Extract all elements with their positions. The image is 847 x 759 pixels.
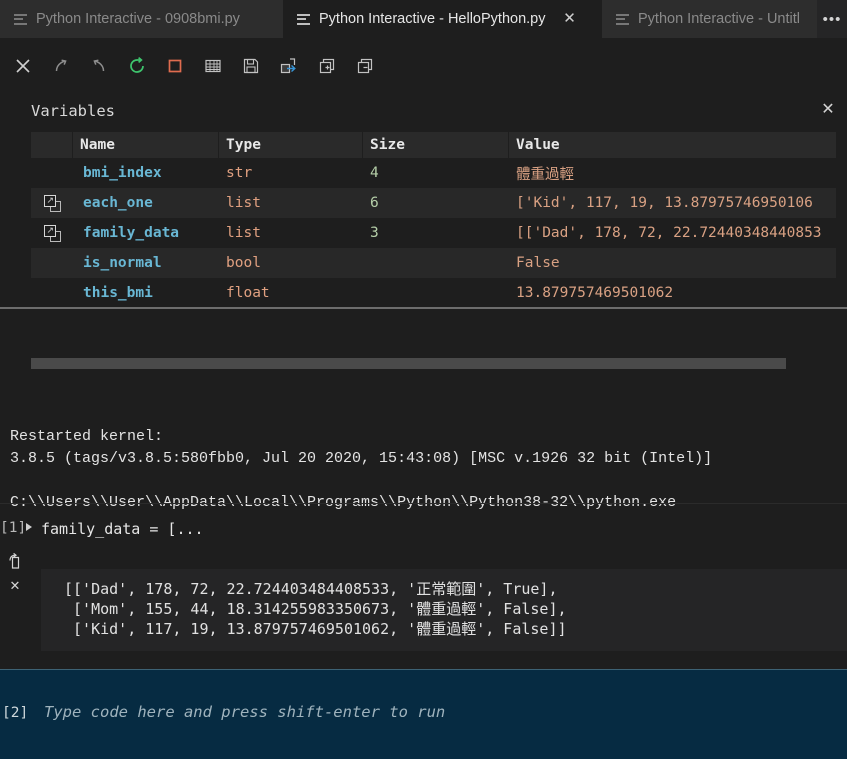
variable-value: ['Kid', 117, 19, 13.87975746950106 — [509, 195, 836, 211]
python-interactive-window: Python Interactive - 0908bmi.py Python I… — [0, 0, 847, 759]
copy-cell-icon[interactable] — [6, 552, 24, 570]
variables-panel-close-icon[interactable]: ✕ — [818, 100, 838, 120]
variable-name: bmi_index — [73, 165, 219, 181]
expand-all-cells-button[interactable] — [310, 49, 344, 83]
cell-separator — [0, 503, 847, 504]
cell-collapse-triangle-icon[interactable] — [26, 523, 32, 531]
variable-value: False — [509, 255, 836, 271]
variable-value: 13.879757469501062 — [509, 285, 836, 301]
tab-python-interactive-hellopython[interactable]: Python Interactive - HelloPython.py ✕ — [283, 0, 602, 38]
panel-resize-divider[interactable] — [0, 307, 847, 309]
tab-label: Python Interactive - 0908bmi.py — [36, 11, 240, 27]
input-execution-count: [2] — [2, 705, 28, 721]
interrupt-kernel-button[interactable] — [158, 49, 192, 83]
show-variables-button[interactable] — [196, 49, 230, 83]
column-header-value[interactable]: Value — [509, 132, 836, 158]
scrollbar-thumb[interactable] — [31, 358, 786, 369]
variable-name: is_normal — [73, 255, 219, 271]
table-header-row: Name Type Size Value — [31, 132, 836, 158]
variable-value: 體重過輕 — [509, 163, 836, 184]
column-header-type[interactable]: Type — [219, 132, 363, 158]
tab-python-interactive-0908bmi[interactable]: Python Interactive - 0908bmi.py — [0, 0, 283, 38]
tab-bar: Python Interactive - 0908bmi.py Python I… — [0, 0, 847, 38]
interactive-cells-area: Restarted kernel: 3.8.5 (tags/v3.8.5:580… — [0, 404, 847, 665]
cell-output-text: [['Dad', 178, 72, 22.724403484408533, '正… — [41, 579, 847, 639]
open-data-viewer-icon[interactable]: ↗ — [44, 225, 61, 242]
table-row[interactable]: bmi_index str 4 體重過輕 — [31, 158, 836, 188]
tab-python-interactive-untitled[interactable]: Python Interactive - Untitl — [602, 0, 817, 38]
variables-horizontal-scrollbar[interactable] — [31, 358, 836, 369]
variable-type: list — [219, 195, 363, 211]
restart-kernel-button[interactable] — [120, 49, 154, 83]
collapse-all-cells-button[interactable] — [348, 49, 382, 83]
variable-size: 4 — [363, 165, 509, 181]
variable-value: [['Dad', 178, 72, 22.72440348440853 — [509, 225, 836, 241]
tab-close-icon[interactable]: ✕ — [561, 11, 577, 27]
variable-type: float — [219, 285, 363, 301]
tab-overflow-more-icon[interactable]: ••• — [817, 0, 847, 38]
interactive-toolbar — [0, 38, 847, 93]
variable-type: str — [219, 165, 363, 181]
redo-button[interactable] — [44, 49, 78, 83]
variable-size: 6 — [363, 195, 509, 211]
variables-panel-title: Variables — [31, 102, 115, 120]
column-header-expand[interactable] — [31, 132, 73, 158]
column-header-size[interactable]: Size — [363, 132, 509, 158]
table-row[interactable]: ↗ family_data list 3 [['Dad', 178, 72, 2… — [31, 218, 836, 248]
notebook-lines-icon — [297, 13, 310, 26]
save-notebook-button[interactable] — [234, 49, 268, 83]
variables-table: Name Type Size Value bmi_index str 4 體重過… — [31, 132, 836, 308]
open-data-viewer-icon[interactable]: ↗ — [44, 195, 61, 212]
variable-name: each_one — [73, 195, 219, 211]
notebook-lines-icon — [14, 13, 27, 26]
code-input-placeholder[interactable]: Type code here and press shift-enter to … — [44, 703, 445, 721]
variable-size: 3 — [363, 225, 509, 241]
tab-label: Python Interactive - HelloPython.py — [319, 11, 545, 27]
variable-type: list — [219, 225, 363, 241]
table-row[interactable]: this_bmi float 13.879757469501062 — [31, 278, 836, 308]
clear-all-button[interactable] — [6, 49, 40, 83]
variable-name: this_bmi — [73, 285, 219, 301]
table-row[interactable]: ↗ each_one list 6 ['Kid', 117, 19, 13.87… — [31, 188, 836, 218]
row-expand-cell[interactable]: ↗ — [31, 195, 73, 212]
kernel-restart-message: Restarted kernel: 3.8.5 (tags/v3.8.5:580… — [10, 426, 840, 514]
table-row[interactable]: is_normal bool False — [31, 248, 836, 278]
cell-code-text[interactable]: family_data = [... — [41, 520, 204, 538]
variable-name: family_data — [73, 225, 219, 241]
variables-panel: Variables ✕ Name Type Size Value bmi_ind… — [0, 93, 847, 402]
export-file-button[interactable] — [272, 49, 306, 83]
cell-output: [['Dad', 178, 72, 22.724403484408533, '正… — [41, 569, 847, 651]
execution-count: [1] — [0, 520, 26, 536]
column-header-name[interactable]: Name — [73, 132, 219, 158]
variable-type: bool — [219, 255, 363, 271]
row-expand-cell[interactable]: ↗ — [31, 225, 73, 242]
delete-cell-icon[interactable]: ✕ — [6, 576, 24, 594]
notebook-lines-icon — [616, 13, 629, 26]
tab-label: Python Interactive - Untitl — [638, 11, 800, 27]
undo-button[interactable] — [82, 49, 116, 83]
new-code-input-cell[interactable]: [2] Type code here and press shift-enter… — [0, 669, 847, 759]
